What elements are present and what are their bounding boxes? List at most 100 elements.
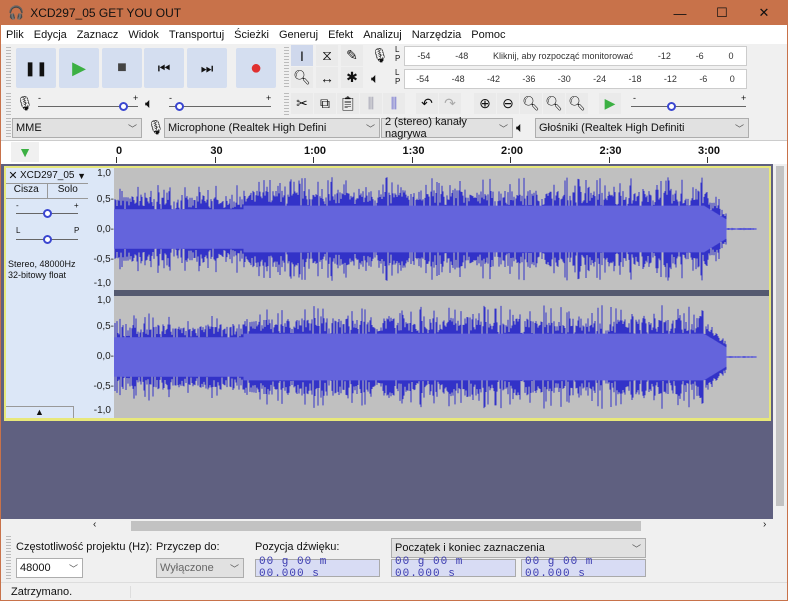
close-button[interactable]: ✕: [747, 1, 781, 25]
toolbar-grip[interactable]: [6, 536, 11, 580]
menu-transportuj[interactable]: Transportuj: [164, 29, 229, 41]
solo-button[interactable]: Solo: [48, 184, 89, 198]
scroll-right-icon[interactable]: ›: [763, 519, 766, 530]
timeline-tick-label: 2:30: [599, 145, 622, 157]
menu-edycja[interactable]: Edycja: [29, 29, 72, 41]
audio-position-field[interactable]: 00 g 00 m 00.000 s: [255, 556, 380, 580]
maximize-button[interactable]: ☐: [705, 1, 739, 25]
output-device-value: Głośniki (Realtek High Definiti: [539, 122, 685, 134]
waveform[interactable]: [114, 168, 769, 418]
selection-start-field[interactable]: 00 g 00 m 00.000 s: [391, 556, 516, 580]
record-meter[interactable]: -54 -48 Kliknij, aby rozpocząć monitorować…: [404, 46, 747, 66]
play-button[interactable]: ▶: [59, 48, 99, 88]
minimize-button[interactable]: —: [663, 1, 697, 25]
channel-2-rms: [114, 333, 757, 381]
time-shift-tool-icon[interactable]: ↔: [316, 67, 338, 88]
fit-selection-icon[interactable]: 🔍︎: [520, 93, 542, 114]
meter-tick: -6: [695, 51, 704, 61]
toolbar-grip[interactable]: [284, 47, 289, 89]
redo-icon[interactable]: ↷: [439, 93, 461, 114]
input-device-select[interactable]: Microphone (Realtek High Defini ﹀: [164, 118, 380, 138]
timeline-tick: [411, 157, 413, 163]
pin-playhead-icon[interactable]: ▼: [11, 142, 39, 162]
trim-icon[interactable]: ⫼: [360, 93, 382, 114]
timeline-tick: [116, 157, 117, 163]
meter-tick: -48: [455, 51, 469, 61]
zoom-in-icon[interactable]: ⊕: [474, 93, 496, 114]
menu-efekt[interactable]: Efekt: [323, 29, 358, 41]
pause-button[interactable]: ❚❚: [16, 48, 56, 88]
gain-slider[interactable]: [16, 209, 78, 218]
audio-host-select[interactable]: MME ﹀: [12, 118, 142, 138]
copy-icon[interactable]: ⧉: [314, 93, 336, 114]
menu-generuj[interactable]: Generuj: [274, 29, 323, 41]
pan-slider[interactable]: [16, 235, 78, 244]
meter-monitor-hint[interactable]: Kliknij, aby rozpocząć monitorować: [493, 51, 633, 61]
project-rate-select[interactable]: 48000 ﹀: [16, 558, 83, 578]
chevron-down-icon: ﹀: [365, 123, 375, 134]
track-name-menu[interactable]: XCD297_05: [20, 170, 77, 181]
selection-tool-icon[interactable]: I: [291, 45, 313, 66]
record-volume-slider[interactable]: [38, 102, 138, 111]
paste-icon[interactable]: 📋︎: [337, 93, 359, 114]
skip-to-end-button[interactable]: ⏭: [187, 48, 227, 88]
vertical-ruler[interactable]: 1,0 0,5- 0,0- -0,5- -1,0 1,0 0,5- 0,0- -…: [88, 168, 114, 418]
undo-icon[interactable]: ↶: [416, 93, 438, 114]
draw-tool-icon[interactable]: ✎: [341, 45, 363, 66]
zoom-tool-icon[interactable]: 🔍︎: [291, 67, 313, 88]
record-button[interactable]: ●: [236, 48, 276, 88]
menu-widok[interactable]: Widok: [123, 29, 164, 41]
scale-label: 0,5-: [96, 321, 114, 332]
selection-end-field[interactable]: 00 g 00 m 00.000 s: [521, 556, 646, 580]
play-meter[interactable]: -54 -48 -42 -36 -30 -24 -18 -12 -6 0: [404, 69, 747, 89]
slider-thumb[interactable]: [667, 102, 677, 111]
menu-pomoc[interactable]: Pomoc: [466, 29, 510, 41]
mute-button[interactable]: Cisza: [6, 184, 48, 198]
envelope-tool-icon[interactable]: ⧖: [316, 45, 338, 66]
vertical-scrollbar[interactable]: [773, 164, 787, 519]
menu-analizuj[interactable]: Analizuj: [358, 29, 407, 41]
toolbar-grip[interactable]: [284, 93, 289, 115]
zoom-out-icon[interactable]: ⊖: [497, 93, 519, 114]
play-meter-speaker-icon[interactable]: 🔈︎: [371, 70, 379, 87]
selection-mode-select[interactable]: Początek i koniec zaznaczenia ﹀: [391, 538, 646, 558]
multi-tool-icon[interactable]: ✱: [341, 67, 363, 88]
scrollbar-thumb[interactable]: [131, 521, 641, 531]
close-track-icon[interactable]: ✕: [6, 169, 20, 182]
play-at-speed-icon[interactable]: ▶: [599, 93, 621, 114]
scrollbar-thumb[interactable]: [776, 166, 784, 506]
horizontal-scrollbar[interactable]: ‹ ›: [1, 519, 787, 533]
snap-select[interactable]: Wyłączone ﹀: [156, 558, 244, 578]
slider-thumb[interactable]: [43, 235, 52, 244]
play-speed-slider[interactable]: [631, 102, 746, 111]
meter-l-label: L: [395, 45, 400, 54]
scale-label: 0,0-: [96, 224, 114, 235]
chevron-down-icon[interactable]: ▼: [77, 171, 88, 181]
skip-to-start-button[interactable]: ⏮: [144, 48, 184, 88]
toolbar-grip[interactable]: [6, 93, 11, 115]
menu-narzedzia[interactable]: Narzędzia: [407, 29, 467, 41]
slider-thumb[interactable]: [43, 209, 52, 218]
slider-thumb[interactable]: [175, 102, 185, 111]
channels-select[interactable]: 2 (stereo) kanały nagrywa ﹀: [381, 116, 513, 140]
output-device-select[interactable]: Głośniki (Realtek High Definiti ﹀: [535, 118, 749, 138]
play-volume-slider[interactable]: [169, 102, 271, 111]
toolbar-grip[interactable]: [6, 118, 11, 138]
toolbar-grip[interactable]: [6, 47, 11, 89]
pan-p: P: [74, 226, 80, 235]
title-bar: 🎧 XCD297_05 GET YOU OUT — ☐ ✕: [1, 1, 787, 25]
chevron-down-icon: ﹀: [127, 123, 137, 134]
cut-icon[interactable]: ✂: [291, 93, 313, 114]
menu-sciezki[interactable]: Ścieżki: [229, 29, 274, 41]
record-meter-mic-icon[interactable]: 🎙︎: [371, 47, 389, 64]
menu-plik[interactable]: Plik: [1, 29, 29, 41]
silence-icon[interactable]: ⫼: [383, 93, 405, 114]
scroll-left-icon[interactable]: ‹: [93, 519, 96, 530]
stop-button[interactable]: ■: [102, 48, 142, 88]
fit-project-icon[interactable]: 🔍︎: [543, 93, 565, 114]
slider-thumb[interactable]: [119, 102, 128, 111]
collapse-track-button[interactable]: ▲: [6, 406, 74, 418]
menu-zaznacz[interactable]: Zaznacz: [72, 29, 124, 41]
zoom-toggle-icon[interactable]: 🔍︎: [566, 93, 588, 114]
timeline-tick: [608, 157, 610, 163]
